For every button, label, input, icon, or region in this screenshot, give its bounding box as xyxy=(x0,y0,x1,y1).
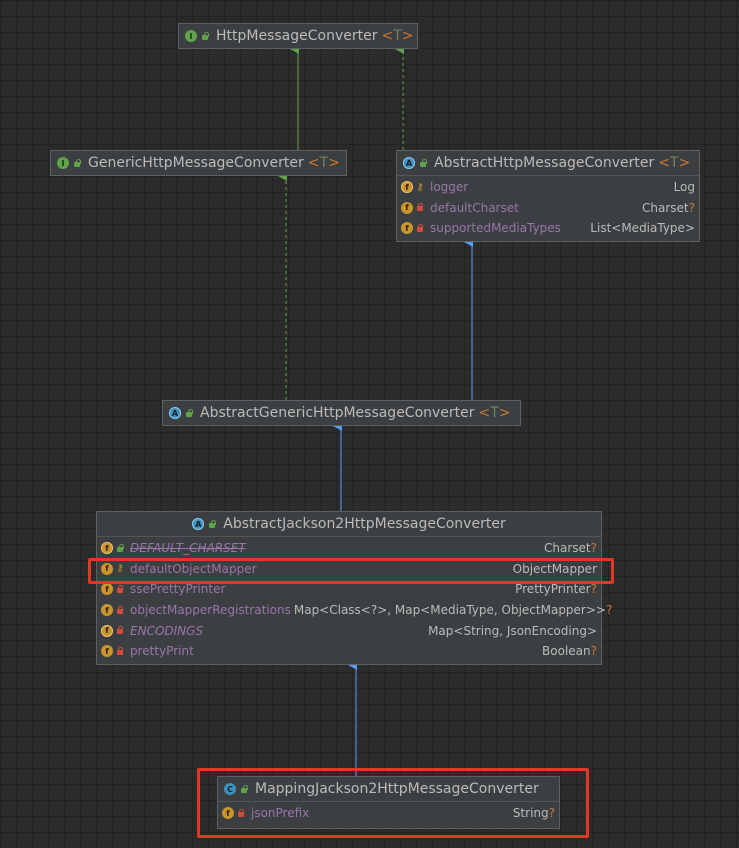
interface-icon: I xyxy=(57,157,69,169)
field-type: Map<Class<?>, Map<MediaType, ObjectMappe… xyxy=(293,603,613,618)
field-type: Map<String, JsonEncoding> xyxy=(428,623,597,638)
private-lock-icon xyxy=(116,584,124,594)
protected-key-icon: ⚷ xyxy=(416,181,424,193)
field-type: Charset? xyxy=(642,200,695,215)
public-lock-icon xyxy=(419,158,427,168)
node-header: A AbstractGenericHttpMessageConverter <T> xyxy=(163,401,520,425)
node-abstract-generic-http-message-converter[interactable]: A AbstractGenericHttpMessageConverter <T> xyxy=(162,400,521,426)
field-row[interactable]: f prettyPrint Boolean? xyxy=(97,641,601,662)
field-icon: f xyxy=(401,201,413,214)
field-list: f ⚷ logger Log f defaultCharset Charset?… xyxy=(397,176,699,241)
field-name: ENCODINGS xyxy=(130,623,204,638)
node-abstract-http-message-converter[interactable]: A AbstractHttpMessageConverter <T> f ⚷ lo… xyxy=(396,150,700,242)
abstract-class-icon: A xyxy=(192,518,205,530)
public-lock-icon xyxy=(116,543,124,553)
field-type: Log xyxy=(673,180,695,195)
abstract-class-icon: A xyxy=(169,407,181,419)
generic-params: <T> xyxy=(478,405,511,421)
field-row[interactable]: f ⚷ logger Log xyxy=(397,177,699,198)
class-name: AbstractJackson2HttpMessageConverter xyxy=(223,516,506,532)
field-name: logger xyxy=(430,180,469,195)
field-name: defaultCharset xyxy=(430,200,519,215)
generic-params: <T> xyxy=(307,155,340,171)
field-icon: f xyxy=(401,222,413,235)
public-lock-icon xyxy=(185,408,193,418)
private-lock-icon xyxy=(416,203,424,212)
field-icon: f xyxy=(101,583,113,596)
field-name: ssePrettyPrinter xyxy=(130,582,226,597)
highlight-mapping-jackson2-node xyxy=(197,768,589,838)
node-abstract-jackson2-http-message-converter[interactable]: A AbstractJackson2HttpMessageConverter f… xyxy=(96,511,612,665)
private-lock-icon xyxy=(116,605,124,615)
field-row[interactable]: f objectMapperRegistrations Map<Class<?>… xyxy=(97,600,612,621)
public-lock-icon xyxy=(208,519,217,529)
class-name: AbstractGenericHttpMessageConverter xyxy=(200,405,475,421)
public-lock-icon xyxy=(201,31,209,41)
field-row[interactable]: f DEFAULT_CHARSET Charset? xyxy=(97,538,601,559)
generic-params: <T> xyxy=(658,155,691,171)
field-name: prettyPrint xyxy=(130,644,194,659)
field-name: supportedMediaTypes xyxy=(430,221,561,236)
private-lock-icon xyxy=(116,646,124,656)
static-field-icon: f xyxy=(101,624,113,637)
field-list: f DEFAULT_CHARSET Charset? f ⚷ defaultOb… xyxy=(97,537,612,664)
class-name: AbstractHttpMessageConverter xyxy=(434,155,655,171)
generic-params: <T> xyxy=(381,28,414,44)
field-row[interactable]: f ENCODINGS Map<String, JsonEncoding> xyxy=(97,620,601,641)
highlight-default-object-mapper xyxy=(88,558,614,584)
field-row[interactable]: f supportedMediaTypes List<MediaType> xyxy=(397,218,699,239)
node-header: I HttpMessageConverter <T> xyxy=(179,24,417,48)
field-row[interactable]: f defaultCharset Charset? xyxy=(397,198,699,219)
field-type: Charset? xyxy=(544,541,597,556)
interface-icon: I xyxy=(185,30,197,42)
field-icon: f xyxy=(101,645,113,658)
class-name: GenericHttpMessageConverter xyxy=(88,155,304,171)
field-type: Boolean? xyxy=(542,644,597,659)
field-icon: f xyxy=(101,604,113,617)
node-generic-http-message-converter[interactable]: I GenericHttpMessageConverter <T> xyxy=(50,150,347,176)
field-type: List<MediaType> xyxy=(590,221,695,236)
node-header: I GenericHttpMessageConverter <T> xyxy=(51,151,346,175)
field-name: objectMapperRegistrations xyxy=(130,603,291,618)
field-type: PrettyPrinter? xyxy=(515,582,597,597)
class-name: HttpMessageConverter xyxy=(216,28,378,44)
node-header: A AbstractHttpMessageConverter <T> xyxy=(397,151,699,176)
node-header: A AbstractJackson2HttpMessageConverter xyxy=(97,512,601,537)
static-field-icon: f xyxy=(401,181,413,194)
private-lock-icon xyxy=(416,223,424,233)
public-lock-icon xyxy=(73,158,81,168)
private-lock-icon xyxy=(116,626,124,635)
static-field-icon: f xyxy=(101,542,113,555)
node-http-message-converter[interactable]: I HttpMessageConverter <T> xyxy=(178,23,418,49)
abstract-class-icon: A xyxy=(403,157,415,169)
field-name: DEFAULT_CHARSET xyxy=(130,541,246,556)
